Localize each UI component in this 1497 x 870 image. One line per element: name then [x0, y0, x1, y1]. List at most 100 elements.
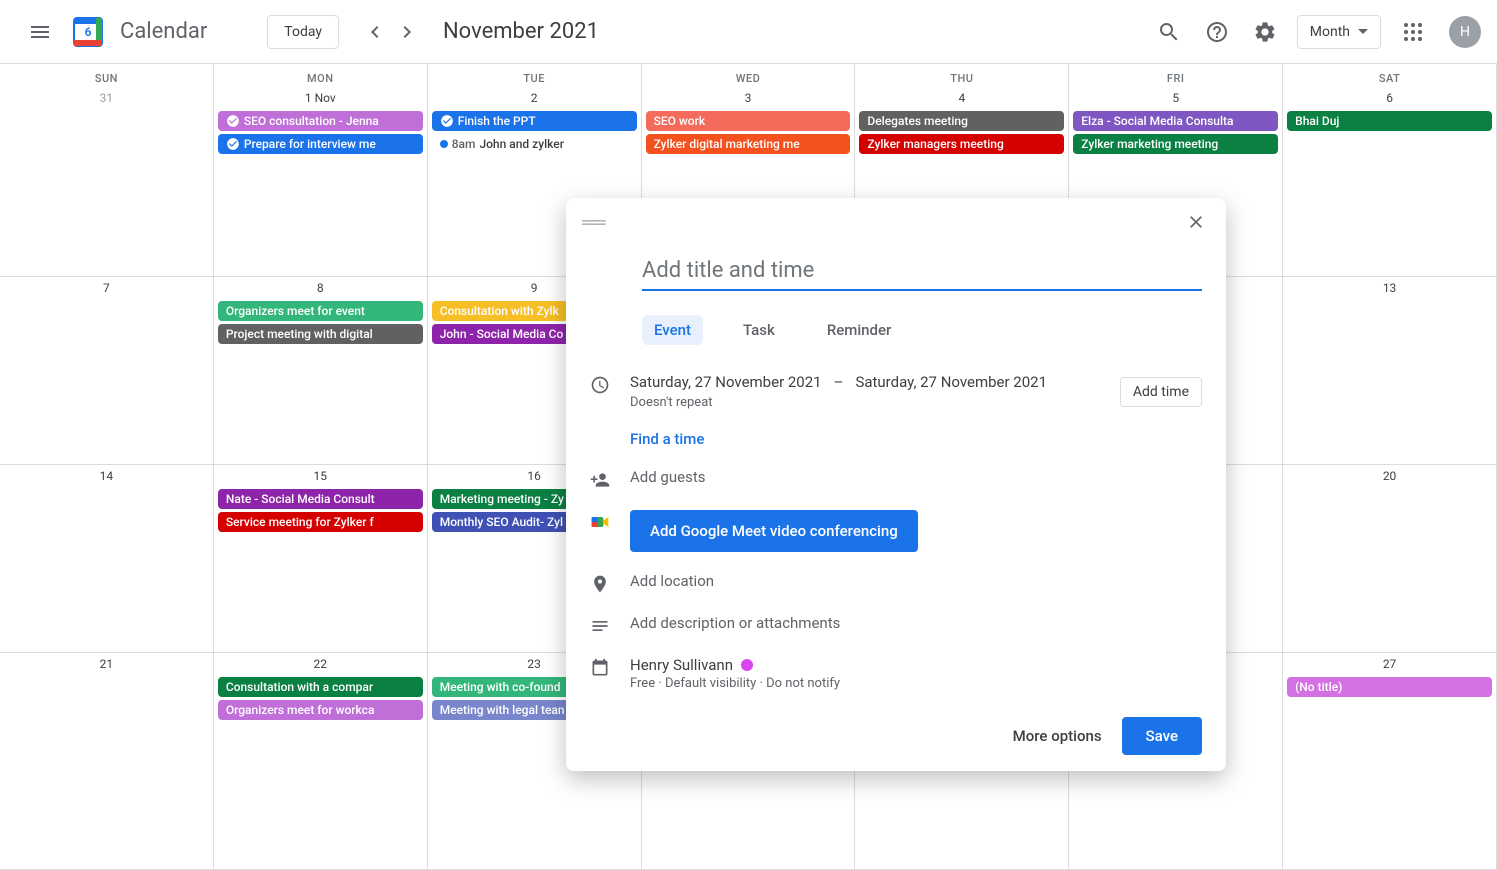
- event-create-popup: ══ Event Task Reminder Saturday, 27 Nove…: [566, 198, 1226, 771]
- event-end-date[interactable]: Saturday, 27 November 2021: [855, 373, 1047, 391]
- day-cell[interactable]: 20: [1283, 465, 1497, 653]
- calendar-event[interactable]: Zylker managers meeting: [859, 134, 1064, 154]
- next-month-button[interactable]: [391, 16, 423, 48]
- add-time-button[interactable]: Add time: [1120, 377, 1202, 407]
- calendar-event[interactable]: SEO work: [646, 111, 851, 131]
- add-location-field[interactable]: Add location: [630, 572, 1202, 590]
- prev-month-button[interactable]: [359, 16, 391, 48]
- event-title: Zylker marketing meeting: [1081, 137, 1218, 151]
- date-number: 2: [428, 87, 641, 111]
- event-title-input[interactable]: [642, 252, 1202, 291]
- task-check-icon: [226, 114, 240, 128]
- add-guests-field[interactable]: Add guests: [630, 468, 1202, 486]
- day-cell[interactable]: 21: [0, 653, 214, 870]
- view-selector-label: Month: [1310, 24, 1350, 40]
- day-cell[interactable]: SUN31: [0, 64, 214, 277]
- event-title: Organizers meet for event: [226, 304, 365, 318]
- calendar-event[interactable]: Delegates meeting: [859, 111, 1064, 131]
- event-title: Meeting with legal tean: [440, 703, 565, 717]
- calendar-event[interactable]: Prepare for interview me: [218, 134, 423, 154]
- weekday-header: FRI: [1069, 64, 1282, 87]
- today-button[interactable]: Today: [267, 15, 339, 49]
- event-title: Elza - Social Media Consulta: [1081, 114, 1233, 128]
- view-selector[interactable]: Month: [1297, 15, 1381, 49]
- day-cell[interactable]: 13: [1283, 277, 1497, 465]
- calendar-event[interactable]: Elza - Social Media Consulta: [1073, 111, 1278, 131]
- event-title: (No title): [1295, 680, 1342, 694]
- account-avatar[interactable]: H: [1449, 16, 1481, 48]
- tab-task[interactable]: Task: [731, 315, 787, 345]
- calendar-event[interactable]: Zylker digital marketing me: [646, 134, 851, 154]
- event-title: Bhai Duj: [1295, 114, 1339, 128]
- add-description-field[interactable]: Add description or attachments: [630, 614, 1202, 632]
- tab-reminder[interactable]: Reminder: [815, 315, 904, 345]
- calendar-event[interactable]: Organizers meet for workca: [218, 700, 423, 720]
- day-cell[interactable]: 7: [0, 277, 214, 465]
- help-button[interactable]: [1197, 12, 1237, 52]
- calendar-event[interactable]: Finish the PPT: [432, 111, 637, 131]
- event-title: Zylker digital marketing me: [654, 137, 800, 151]
- description-icon: [590, 616, 610, 636]
- date-number: 8: [214, 277, 427, 301]
- weekday-header: MON: [214, 64, 427, 87]
- day-cell[interactable]: SAT6Bhai Duj: [1283, 64, 1497, 277]
- day-cell[interactable]: 15Nate - Social Media ConsultService mee…: [214, 465, 428, 653]
- date-number: 5: [1069, 87, 1282, 111]
- date-number: 22: [214, 653, 427, 677]
- date-number: 27: [1283, 653, 1496, 677]
- calendar-event[interactable]: Zylker marketing meeting: [1073, 134, 1278, 154]
- save-button[interactable]: Save: [1122, 717, 1202, 755]
- event-title: Nate - Social Media Consult: [226, 492, 375, 506]
- weekday-header: TUE: [428, 64, 641, 87]
- event-title: Consultation with a compar: [226, 680, 373, 694]
- add-meet-button[interactable]: Add Google Meet video conferencing: [630, 510, 918, 552]
- date-number: 6: [1283, 87, 1496, 111]
- day-cell[interactable]: 22 Consultation with a compar Organizers m…: [214, 653, 428, 870]
- calendar-event[interactable]: Nate - Social Media Consult: [218, 489, 423, 509]
- location-icon: [590, 574, 610, 594]
- day-cell[interactable]: 27 (No title): [1283, 653, 1497, 870]
- settings-button[interactable]: [1245, 12, 1285, 52]
- more-options-button[interactable]: More options: [1013, 727, 1102, 745]
- calendar-event[interactable]: (No title): [1287, 677, 1492, 697]
- current-month-label: November 2021: [443, 19, 599, 44]
- calendar-event[interactable]: Organizers meet for event: [218, 301, 423, 321]
- find-time-link[interactable]: Find a time: [630, 430, 704, 448]
- calendar-event[interactable]: SEO consultation - Jenna: [218, 111, 423, 131]
- event-title: Finish the PPT: [458, 114, 536, 128]
- task-check-icon: [226, 137, 240, 151]
- calendar-event[interactable]: Project meeting with digital: [218, 324, 423, 344]
- close-button[interactable]: [1178, 204, 1214, 240]
- date-number: 20: [1283, 465, 1496, 489]
- date-number: 14: [0, 465, 213, 489]
- weekday-header: THU: [855, 64, 1068, 87]
- event-title: Consultation with Zylk: [440, 304, 559, 318]
- organizer-name: Henry Sullivann: [630, 656, 733, 674]
- day-cell[interactable]: MON1 NovSEO consultation - JennaPrepare …: [214, 64, 428, 277]
- apps-button[interactable]: [1393, 12, 1433, 52]
- day-cell[interactable]: 8 Organizers meet for event Project meetin…: [214, 277, 428, 465]
- event-title: Zylker managers meeting: [867, 137, 1003, 151]
- calendar-event[interactable]: Bhai Duj: [1287, 111, 1492, 131]
- repeat-label[interactable]: Doesn't repeat: [630, 395, 1047, 410]
- clock-icon: [590, 375, 610, 395]
- search-button[interactable]: [1149, 12, 1189, 52]
- svg-text:6: 6: [85, 25, 92, 39]
- event-start-date[interactable]: Saturday, 27 November 2021: [630, 373, 822, 391]
- date-number: 3: [642, 87, 855, 111]
- main-menu-button[interactable]: [16, 8, 64, 56]
- date-number: 4: [855, 87, 1068, 111]
- guests-icon: [590, 470, 610, 490]
- date-number: 7: [0, 277, 213, 301]
- weekday-header: WED: [642, 64, 855, 87]
- event-title: Project meeting with digital: [226, 327, 373, 341]
- organizer-subtext: Free · Default visibility · Do not notif…: [630, 676, 1202, 691]
- event-title: John and zylker: [479, 137, 563, 151]
- meet-icon: [590, 512, 610, 532]
- drag-handle-icon[interactable]: ══: [582, 212, 604, 233]
- tab-event[interactable]: Event: [642, 315, 703, 345]
- calendar-event[interactable]: Consultation with a compar: [218, 677, 423, 697]
- calendar-event[interactable]: Service meeting for Zylker f: [218, 512, 423, 532]
- day-cell[interactable]: 14: [0, 465, 214, 653]
- calendar-event[interactable]: 8am John and zylker: [432, 134, 637, 154]
